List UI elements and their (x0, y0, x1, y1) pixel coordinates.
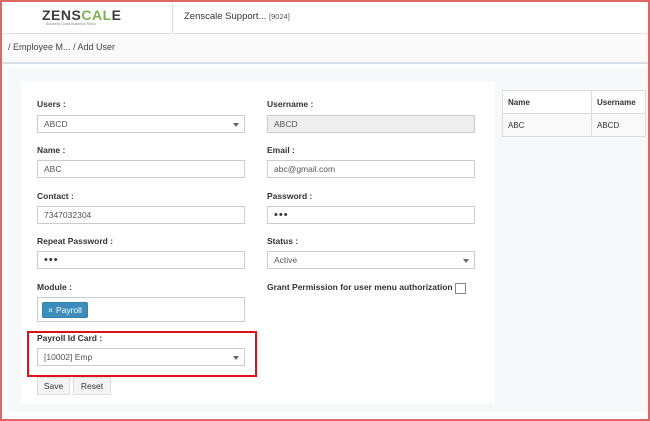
contact-value: 7347032304 (44, 210, 92, 220)
app-code: [9024] (269, 12, 290, 21)
highlight-annotation (27, 331, 257, 377)
status-label: Status : (267, 236, 299, 246)
module-multiselect[interactable]: × Payroll (37, 297, 245, 322)
status-select[interactable]: Active (267, 251, 475, 269)
app-title[interactable]: Zenscale Support... [9024] (184, 11, 290, 22)
grant-permission-checkbox[interactable] (455, 283, 466, 294)
contact-field[interactable]: 7347032304 (37, 206, 245, 224)
table-header-row: Name Username (502, 90, 646, 114)
password-label: Password : (267, 191, 313, 201)
repeat-password-label: Repeat Password : (37, 236, 114, 246)
logo-panel: ZENSCALE Business Goals Business Flows (2, 2, 173, 33)
breadcrumb[interactable]: / Employee M... / Add User (8, 42, 115, 52)
users-label: Users : (37, 99, 66, 109)
chevron-down-icon (233, 123, 239, 127)
company-logo[interactable]: ZENSCALE Business Goals Business Flows (42, 7, 121, 26)
name-label: Name : (37, 145, 66, 155)
email-label: Email : (267, 145, 295, 155)
module-tag-payroll[interactable]: × Payroll (42, 302, 88, 318)
reset-button[interactable]: Reset (73, 377, 111, 395)
breadcrumb-bar: / Employee M... / Add User (2, 34, 648, 64)
username-field[interactable]: ABCD (267, 115, 475, 133)
table-row[interactable]: ABC ABCD (502, 113, 646, 137)
module-tag-label: Payroll (55, 305, 82, 315)
table-cell-username: ABCD (591, 113, 646, 137)
column-header-name[interactable]: Name (502, 90, 592, 114)
email-field[interactable]: abc@gmail.com (267, 160, 475, 178)
table-cell-name: ABC (502, 113, 592, 137)
email-value: abc@gmail.com (274, 164, 336, 174)
logo-text: ZENSCALE (42, 7, 122, 23)
remove-tag-icon[interactable]: × (48, 305, 53, 315)
users-table: Name Username ABC ABCD (502, 90, 646, 137)
name-field[interactable]: ABC (37, 160, 245, 178)
users-select[interactable]: ABCD (37, 115, 245, 133)
top-bar: ZENSCALE Business Goals Business Flows Z… (2, 2, 648, 34)
name-value: ABC (44, 164, 62, 174)
username-label: Username : (267, 99, 314, 109)
contact-label: Contact : (37, 191, 74, 201)
password-field[interactable]: ••• (267, 206, 475, 224)
chevron-down-icon (463, 259, 469, 263)
repeat-password-value: ••• (44, 254, 59, 266)
users-select-value: ABCD (44, 119, 68, 129)
status-value: Active (274, 255, 298, 265)
module-label: Module : (37, 282, 72, 292)
repeat-password-field[interactable]: ••• (37, 251, 245, 269)
save-button[interactable]: Save (37, 377, 70, 395)
column-header-username[interactable]: Username (591, 90, 646, 114)
grant-permission-label: Grant Permission for user menu authoriza… (267, 282, 458, 292)
app-title-text: Zenscale Support... (184, 11, 267, 22)
username-value: ABCD (274, 119, 298, 129)
password-value: ••• (274, 209, 289, 221)
